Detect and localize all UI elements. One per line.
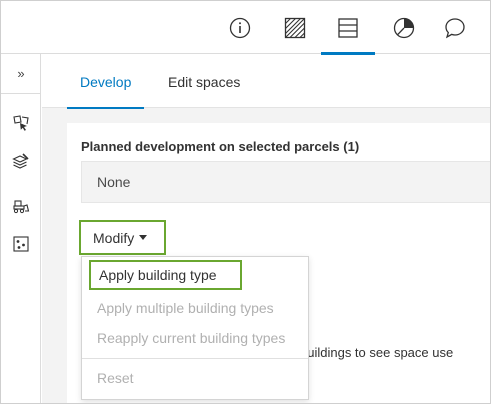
table-icon [338, 17, 358, 38]
comment-icon [445, 17, 465, 38]
current-building-type: None [97, 174, 131, 190]
modify-dropdown-menu: Apply building type Apply multiple build… [81, 256, 309, 400]
modify-label: Modify [93, 229, 135, 246]
hatch-pattern-icon [284, 17, 306, 38]
rail-item-demolish[interactable] [1, 188, 41, 224]
caret-down-icon [139, 235, 148, 240]
comment-button[interactable] [433, 1, 477, 54]
menu-item-reset[interactable]: Reset [82, 363, 308, 393]
expand-panel-button[interactable]: » [1, 54, 41, 94]
select-parcels-icon [13, 115, 29, 131]
space-use-hint: w buildings to see space use [287, 345, 454, 360]
info-icon [229, 17, 251, 38]
menu-item-apply-multiple-building-types[interactable]: Apply multiple building types [82, 293, 308, 323]
info-button[interactable] [218, 1, 262, 54]
menu-item-reapply-building-types[interactable]: Reapply current building types [82, 323, 308, 353]
hatch-pattern-button[interactable] [273, 1, 317, 54]
bulldozer-icon [13, 200, 30, 214]
chevrons-right-icon: » [17, 66, 25, 81]
planned-development-value: None [81, 161, 490, 203]
rail-item-edit-layers[interactable] [1, 143, 41, 179]
tab-bar: Develop Edit spaces [42, 55, 490, 109]
left-rail: » [1, 54, 41, 403]
menu-item-apply-building-type[interactable]: Apply building type [89, 260, 242, 290]
app-frame: » Develop Edit spaces Planned developmen… [0, 0, 491, 404]
pie-chart-button[interactable] [382, 1, 426, 54]
tab-edit-spaces[interactable]: Edit spaces [155, 55, 253, 108]
rail-item-select-parcels[interactable] [1, 105, 41, 141]
planned-development-heading: Planned development on selected parcels … [81, 139, 360, 154]
top-toolbar [1, 1, 490, 55]
rail-item-scenario[interactable] [1, 226, 41, 262]
tab-develop[interactable]: Develop [67, 55, 145, 109]
modify-button[interactable]: Modify [79, 220, 166, 255]
pie-chart-icon [393, 17, 415, 38]
scenario-points-icon [13, 236, 29, 252]
layers-edit-icon [12, 153, 29, 169]
table-view-button[interactable] [321, 1, 375, 55]
menu-divider [82, 358, 308, 359]
